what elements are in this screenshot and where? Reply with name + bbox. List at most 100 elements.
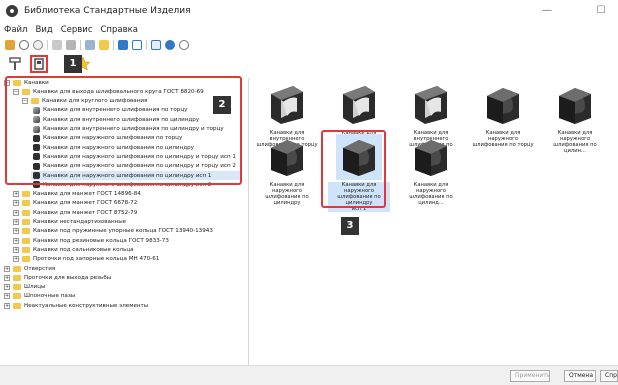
zoom-icon[interactable] [179,40,189,50]
folder-icon [22,246,30,253]
folder-icon [22,200,30,207]
toolbar-separator [146,40,147,50]
tree-item[interactable]: + Канавки нестандартизованные [13,218,126,227]
tree-item[interactable]: Канавки для наружного шлифования по цили… [31,171,240,180]
catalog-tab[interactable] [6,55,24,73]
library-tab-bar [0,53,98,75]
thumbnail-item[interactable]: Канавки для наружного шлифования по торцу [472,82,534,148]
paste-icon[interactable] [66,40,76,50]
tree-item-label: Канавки для манжет ГОСТ 6678-72 [33,200,138,207]
collapse-icon[interactable]: − [13,88,19,95]
tree-item-label: Канавки для внутреннего шлифования по ци… [43,126,224,132]
tree-item-label: Канавки под пружинные упорные кольца ГОС… [33,228,213,235]
toolbar-separator [47,40,48,50]
properties-icon[interactable] [85,40,95,50]
outer-groove-preview [552,82,598,128]
collapse-icon[interactable]: − [22,98,28,105]
tree-item-label: Канавки для наружного шлифования по цили… [43,153,236,160]
thumbnail-panel: Канавки для внутреннегошлифования по тор… [252,78,618,365]
tree-item[interactable]: + Канавки под сальниковые кольца [13,245,134,254]
open-icon[interactable] [5,40,15,50]
tree-item[interactable]: Канавки для внутреннего шлифования по ци… [31,115,199,124]
callout-1: 1 [64,55,82,73]
menu-file[interactable]: Файл [4,25,27,35]
tree-item-label: Канавки для манжет ГОСТ 14896-84 [33,191,141,198]
maximize-button[interactable]: ☐ [594,4,608,18]
library-book-icon [34,58,44,70]
tree-item[interactable]: + Канавки под пружинные упорные кольца ГО… [13,227,213,236]
help-icon[interactable] [165,40,175,50]
inner-groove-preview [408,82,454,128]
thumbnail-item[interactable]: Канавки для наружного шлифования по цилин… [546,82,604,154]
expand-icon[interactable]: + [4,274,10,281]
expand-icon[interactable]: + [13,256,19,263]
tree-item[interactable]: Канавки для наружного шлифования по торц… [31,134,182,143]
menu-service[interactable]: Сервис [61,25,93,35]
cancel-button[interactable]: Отмена [564,370,596,382]
list-view-icon[interactable] [132,40,142,50]
tree-item[interactable]: + Канавки для манжет ГОСТ 14896-84 [13,190,141,199]
tree-item-label: Канавки под резиновые кольца ГОСТ 9833-7… [33,237,169,244]
tree-item[interactable]: + Шпоночные пазы [4,292,75,301]
menu-view[interactable]: Вид [35,25,52,35]
expand-icon[interactable]: + [13,200,19,207]
tree-item-label: Канавки для внутреннего шлифования по то… [43,107,188,114]
tree-item[interactable]: + Шлицы [4,283,45,292]
minimize-button[interactable]: — [540,4,554,18]
copy-icon[interactable] [52,40,62,50]
outer-groove-preview [480,82,526,128]
tree-item[interactable]: Канавки для наружного шлифования по цили… [31,180,211,189]
tree-item[interactable]: Канавки для наружного шлифования по цили… [31,143,194,152]
thumbnail-caption: Канавки для наружного шлифования по цилин… [328,182,390,212]
table-view-icon[interactable] [151,40,161,50]
thumbnail-caption-line: Канавки для наружного [341,182,377,194]
tree-item[interactable]: + Отверстия [4,264,55,273]
library-tab[interactable] [30,55,48,73]
expand-icon[interactable]: + [13,237,19,244]
search-icon[interactable] [19,40,29,50]
tree-item[interactable]: + Проточки под запорные кольца МН 470-61 [13,255,159,264]
catalog-tree-panel: − Канавки − Канавки для выхода шлифовальног… [0,78,249,365]
expand-icon[interactable]: + [4,293,10,300]
folder-icon [31,98,39,105]
folder-icon[interactable] [99,40,109,50]
tree-item[interactable]: − Канавки [4,78,49,87]
tree-item[interactable]: Канавки для внутреннего шлифования по ци… [31,125,224,134]
tree-item-label: Канавки для наружного шлифования по цили… [43,172,212,179]
expand-icon[interactable]: + [13,219,19,225]
catalog-icon [9,57,21,70]
tree-item[interactable]: + Канавки для манжет ГОСТ 6678-72 [13,199,137,208]
expand-icon[interactable]: + [13,209,19,216]
tree-item[interactable]: + Неактуальные конструктивные элементы [4,301,148,310]
tree-item[interactable]: Канавки для наружного шлифования по цили… [31,152,236,161]
thumbnail-item[interactable]: Канавки для наружного шлифования по цилин… [258,134,316,206]
collapse-icon[interactable]: − [4,79,10,86]
thumbnail-item[interactable]: Канавки для наружного шлифования по цилин… [402,134,460,206]
inner-groove-icon [33,106,40,114]
tree-item[interactable]: + Канавки для манжет ГОСТ 8752-79 [13,208,137,217]
tree-item[interactable]: − Канавки для круглого шлифования [22,97,147,106]
expand-icon[interactable]: + [4,265,10,272]
expand-icon[interactable]: + [4,302,10,309]
thumbnails-view-icon[interactable] [118,40,128,50]
expand-icon[interactable]: + [4,284,10,291]
thumbnail-item[interactable]: Канавки для наружного шлифования по цилин… [328,134,390,212]
outer-groove-icon [33,153,40,161]
apply-button[interactable]: Применить [510,370,550,382]
inner-groove-icon [33,116,40,124]
expand-icon[interactable]: + [13,228,19,235]
folder-icon [13,79,21,86]
tree-item[interactable]: − Канавки для выхода шлифовального круга … [13,87,204,96]
tree-item[interactable]: Канавки для наружного шлифования по цили… [31,162,236,171]
help-button[interactable]: Спр [600,370,618,382]
tree-item[interactable]: Канавки для внутреннего шлифования по то… [31,106,187,115]
tree-item[interactable]: + Канавки под резиновые кольца ГОСТ 9833-… [13,236,169,245]
outer-groove-icon [33,134,40,142]
menu-help[interactable]: Справка [101,25,138,35]
tree-item[interactable]: + Проточки для выхода резьбы [4,273,111,282]
tree-item-label: Неактуальные конструктивные элементы [24,302,149,309]
filter-icon[interactable] [33,40,43,50]
expand-icon[interactable]: + [13,191,19,198]
thumbnail-caption-line: Канавки для наружного [557,130,593,142]
expand-icon[interactable]: + [13,246,19,253]
